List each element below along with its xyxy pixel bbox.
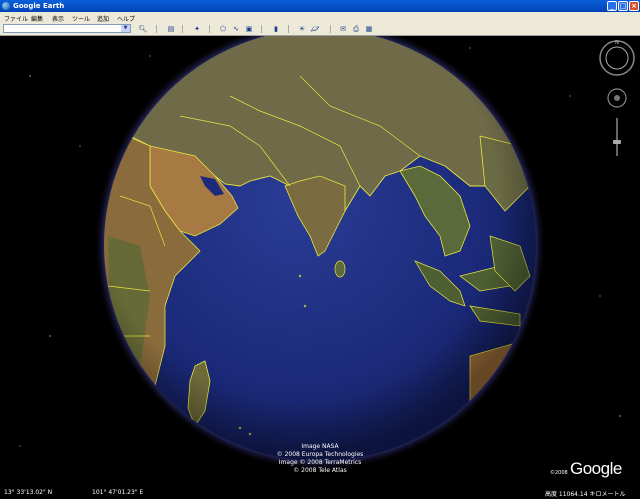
logo-copyright: ©2008	[550, 470, 568, 476]
title-bar: Google Earth _ □ ×	[0, 0, 640, 12]
globe-svg[interactable]	[0, 36, 640, 486]
altitude-readout: 高度 11064.14 キロメートル	[545, 491, 626, 498]
toolbar-separator	[182, 25, 183, 33]
google-earth-app-icon	[2, 2, 10, 10]
search-dropdown-icon[interactable]: ▼	[121, 25, 130, 32]
window-title: Google Earth	[13, 2, 65, 10]
path-icon[interactable]: ∿	[231, 24, 241, 34]
planets-icon[interactable]: 🪐︎	[310, 24, 320, 34]
menu-view[interactable]: 表示	[52, 14, 64, 23]
menu-file[interactable]: ファイル	[4, 14, 28, 23]
polygon-icon[interactable]: ⬠	[218, 24, 228, 34]
maximize-button[interactable]: □	[618, 1, 628, 11]
placemark-icon[interactable]: ✦	[192, 24, 202, 34]
search-input[interactable]	[3, 24, 131, 33]
latitude-readout: 13° 33'13.02" N	[4, 489, 53, 496]
toolbar-separator	[156, 25, 157, 33]
sidebar-icon[interactable]: ▤	[166, 24, 176, 34]
status-bar: 13° 33'13.02" N 101° 47'01.23" E 高度 1106…	[0, 486, 640, 499]
longitude-readout: 101° 47'01.23" E	[92, 489, 144, 496]
attribution-line-3: Image © 2008 TerraMetrics	[278, 459, 362, 466]
minimize-button[interactable]: _	[607, 1, 617, 11]
zoom-slider[interactable]	[613, 118, 621, 156]
navigation-controls: N	[599, 40, 635, 156]
image-overlay-icon[interactable]: ▣	[244, 24, 254, 34]
toolbar-separator	[288, 25, 289, 33]
move-joystick[interactable]	[607, 88, 627, 108]
attribution-line-4: © 2008 Tele Atlas	[293, 467, 347, 474]
menu-add[interactable]: 追加	[97, 14, 109, 23]
toolbar-separator	[261, 25, 262, 33]
toolbar: ▼ 🔍︎ ▤ ✦ ⬠ ∿ ▣ ▮ ☀ 🪐︎ ✉ ⎙ ▦	[0, 23, 640, 36]
north-label: N	[615, 40, 619, 46]
menu-tools[interactable]: ツール	[72, 14, 90, 23]
maps-icon[interactable]: ▦	[364, 24, 374, 34]
print-icon[interactable]: ⎙	[351, 24, 361, 34]
search-go-icon[interactable]: 🔍︎	[138, 24, 148, 34]
menu-edit[interactable]: 編集	[31, 14, 43, 23]
record-tour-icon[interactable]: ▮	[271, 24, 281, 34]
sunlight-icon[interactable]: ☀	[297, 24, 307, 34]
email-icon[interactable]: ✉	[338, 24, 348, 34]
toolbar-separator	[330, 25, 331, 33]
look-joystick[interactable]: N	[599, 40, 635, 76]
menu-bar: ファイル 編集 表示 ツール 追加 ヘルプ	[0, 12, 640, 23]
3d-viewport[interactable]: N Image NASA © 2008 Europa Technologies …	[0, 36, 640, 486]
attribution-line-2: © 2008 Europa Technologies	[276, 451, 364, 458]
close-button[interactable]: ×	[629, 1, 639, 11]
google-logo: Google	[570, 459, 622, 478]
toolbar-separator	[209, 25, 210, 33]
menu-help[interactable]: ヘルプ	[117, 14, 135, 23]
attribution-line-1: Image NASA	[301, 443, 339, 450]
